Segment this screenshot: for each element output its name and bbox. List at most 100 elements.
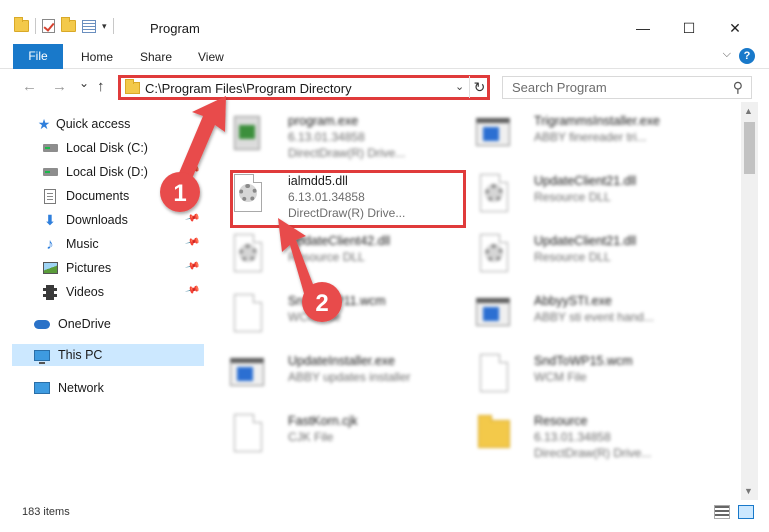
file-description: WCM File [534, 370, 587, 384]
file-item[interactable]: program.exe 6.13.01.34858 DirectDraw(R) … [208, 110, 448, 166]
divider [35, 18, 36, 34]
chevron-down-icon[interactable]: ⌄ [455, 80, 464, 93]
music-icon: ♪ [46, 235, 54, 253]
file-name: UpdateInstaller.exe [288, 354, 396, 368]
customize-toolbar-icon[interactable] [82, 19, 96, 33]
scroll-thumb[interactable] [744, 122, 755, 174]
scroll-up-icon[interactable]: ▲ [744, 106, 753, 116]
search-input[interactable]: Search Program [512, 80, 607, 95]
tab-view[interactable]: View [198, 50, 224, 64]
minimize-button[interactable]: — [633, 18, 653, 38]
file-item[interactable]: UpdateInstaller.exe ABBY updates install… [208, 350, 448, 406]
details-view-icon[interactable] [714, 505, 730, 519]
sidebar-item-downloads[interactable]: ⬇ Downloads 📌 [12, 209, 204, 231]
expand-ribbon-icon[interactable]: ⌵ [723, 48, 731, 61]
file-version: 6.13.01.34858 [288, 130, 365, 144]
sidebar-item-label: Network [58, 381, 104, 395]
refresh-button[interactable]: ↻ [469, 76, 489, 98]
status-bar: 183 items [0, 500, 769, 532]
file-name: UpdateClient21.dll [534, 234, 637, 248]
properties-check-icon[interactable] [42, 19, 55, 33]
file-description: CJK File [288, 430, 334, 444]
pin-icon[interactable]: 📌 [184, 187, 200, 203]
scroll-down-icon[interactable]: ▼ [744, 486, 753, 496]
file-icon [476, 354, 512, 398]
file-description: WCM File [288, 310, 341, 324]
up-button[interactable]: ↑ [97, 78, 105, 95]
tab-share[interactable]: Share [140, 50, 172, 64]
sidebar-item-quick-access[interactable]: ★ Quick access [12, 113, 204, 135]
sidebar-item-onedrive[interactable]: OneDrive [12, 313, 204, 335]
file-item[interactable]: SndToWP11.wcm WCM File [208, 290, 448, 346]
folder-icon[interactable] [14, 17, 29, 32]
new-folder-icon[interactable] [61, 17, 76, 32]
sidebar-item-network[interactable]: Network [12, 377, 204, 399]
file-name: UpdateClient21.dll [534, 174, 637, 188]
sidebar-item-videos[interactable]: Videos 📌 [12, 281, 204, 303]
close-button[interactable]: ✕ [725, 18, 745, 38]
tab-home[interactable]: Home [81, 50, 113, 64]
exe-icon [230, 354, 266, 398]
file-item[interactable]: Resource 6.13.01.34858 DirectDraw(R) Dri… [454, 410, 694, 466]
sidebar-item-documents[interactable]: Documents 📌 [12, 185, 204, 207]
search-icon[interactable]: ⚲ [733, 79, 743, 96]
file-item-selected[interactable]: ialmdd5.dll 6.13.01.34858 DirectDraw(R) … [208, 170, 448, 226]
file-description: ABBY sti event hand... [534, 310, 654, 324]
downloads-icon: ⬇ [44, 211, 56, 228]
maximize-button[interactable]: ☐ [679, 18, 699, 38]
divider [112, 18, 114, 34]
network-icon [34, 380, 50, 396]
file-description: DirectDraw(R) Drive... [288, 146, 406, 160]
sidebar-item-label: Pictures [66, 261, 112, 275]
file-item[interactable]: FastKorn.cjk CJK File [208, 410, 448, 466]
sidebar-item-music[interactable]: ♪ Music 📌 [12, 233, 204, 255]
tab-file[interactable]: File [13, 44, 63, 69]
forward-button[interactable]: → [52, 78, 67, 95]
file-item[interactable]: UpdateClient21.dll Resource DLL [454, 230, 694, 286]
pin-icon[interactable]: 📌 [184, 235, 200, 251]
exe-icon [476, 294, 512, 338]
quick-access-toolbar: ▾ [14, 17, 114, 34]
sidebar-item-local-disk-d[interactable]: Local Disk (D:) 📌 [12, 161, 204, 183]
pin-icon[interactable]: 📌 [184, 163, 200, 179]
folder-icon [476, 414, 512, 458]
file-name: Resource [534, 414, 588, 428]
sidebar-item-local-disk-c[interactable]: Local Disk (C:) [12, 137, 204, 159]
exe-icon [230, 114, 266, 158]
chevron-down-icon[interactable]: ▾ [102, 21, 107, 32]
help-icon[interactable]: ? [739, 48, 755, 64]
file-list: program.exe 6.13.01.34858 DirectDraw(R) … [208, 108, 740, 498]
pin-icon[interactable]: 📌 [184, 283, 200, 299]
sidebar-item-pictures[interactable]: Pictures 📌 [12, 257, 204, 279]
recent-locations-button[interactable]: ⌄ [79, 76, 89, 90]
file-name: TrigrammsInstaller.exe [534, 114, 660, 128]
back-button[interactable]: ← [22, 78, 37, 95]
vertical-scrollbar[interactable]: ▲ ▼ [741, 102, 758, 500]
pictures-icon [42, 260, 58, 276]
address-path[interactable]: C:\Program Files\Program Directory [145, 81, 352, 96]
file-description: ABBY updates installer [288, 370, 411, 384]
file-name: SndToWP11.wcm [288, 294, 386, 308]
dll-icon [230, 174, 266, 218]
file-version: 6.13.01.34858 [288, 190, 365, 204]
address-bar[interactable]: C:\Program Files\Program Directory ⌄ ↻ [118, 75, 490, 100]
file-item[interactable]: UpdateClient42.dll Resource DLL [208, 230, 448, 286]
pin-icon[interactable]: 📌 [184, 211, 200, 227]
computer-icon [34, 347, 50, 364]
file-item[interactable]: TrigrammsInstaller.exe ABBY finereader t… [454, 110, 694, 166]
file-item[interactable]: UpdateClient21.dll Resource DLL [454, 170, 694, 226]
file-name: UpdateClient42.dll [288, 234, 391, 248]
file-item[interactable]: AbbyySTI.exe ABBY sti event hand... [454, 290, 694, 346]
file-icon [230, 294, 266, 338]
large-icons-view-icon[interactable] [738, 505, 754, 519]
sidebar-item-label: Videos [66, 285, 104, 299]
pin-icon[interactable]: 📌 [184, 259, 200, 275]
item-count: 183 items [22, 506, 70, 518]
file-item[interactable]: SndToWP15.wcm WCM File [454, 350, 694, 406]
file-description: DirectDraw(R) Drive... [288, 206, 406, 220]
search-box[interactable]: Search Program ⚲ [502, 76, 752, 99]
sidebar-item-this-pc[interactable]: This PC [12, 344, 204, 366]
star-icon: ★ [37, 115, 51, 132]
sidebar-item-label: Quick access [56, 117, 131, 131]
file-description: ABBY finereader tri... [534, 130, 647, 144]
